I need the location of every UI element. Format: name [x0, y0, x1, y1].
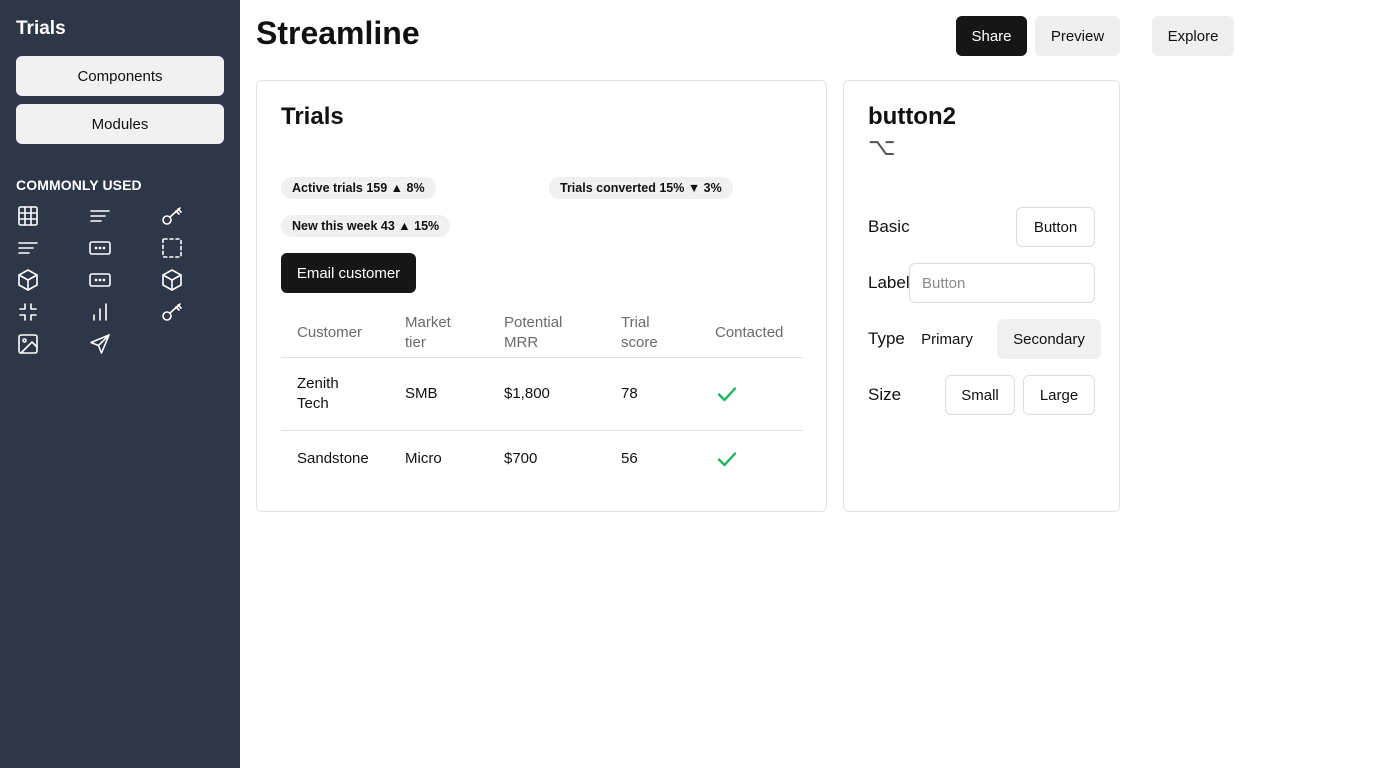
cell-market-tier: Micro [405, 450, 442, 467]
trials-card-title: Trials [281, 103, 344, 130]
cell-customer: Zenith Tech [297, 375, 339, 412]
cell-customer: Sandstone [297, 450, 369, 467]
type-primary-option[interactable]: Primary [909, 319, 985, 359]
label-input[interactable] [909, 263, 1095, 303]
component-name: button2 [868, 103, 956, 130]
preview-button[interactable]: Preview [1035, 16, 1120, 56]
cube-icon[interactable] [16, 268, 40, 292]
key-icon[interactable] [160, 300, 184, 324]
label-label: Label [868, 273, 910, 292]
cell-market-tier: SMB [405, 385, 438, 402]
cube-icon[interactable] [160, 268, 184, 292]
check-icon [717, 449, 737, 469]
selection-box-icon[interactable] [160, 236, 184, 260]
sidebar-title: Trials [16, 18, 66, 39]
cell-trial-score: 78 [621, 385, 638, 402]
table-icon[interactable] [16, 204, 40, 228]
inspector-card: button2 ⌥ Basic Button Label Type Primar… [843, 80, 1120, 512]
key-icon[interactable] [160, 204, 184, 228]
sidebar: Trials Components Modules COMMONLY USED [0, 0, 240, 768]
size-small-option[interactable]: Small [945, 375, 1015, 415]
input-field-icon[interactable] [88, 268, 112, 292]
cell-potential-mrr: $700 [504, 450, 538, 467]
send-icon[interactable] [88, 332, 112, 356]
size-label: Size [868, 385, 902, 404]
column-header-market-tier[interactable]: Market tier [405, 313, 451, 353]
cell-trial-score: 56 [621, 450, 638, 467]
text-align-left-icon[interactable] [16, 236, 40, 260]
minimize-icon[interactable] [16, 300, 40, 324]
text-align-left-icon[interactable] [88, 204, 112, 228]
page-title: Streamline [256, 15, 420, 51]
type-label: Type [868, 329, 905, 348]
input-field-icon[interactable] [88, 236, 112, 260]
stat-active-trials: Active trials 159 ▲ 8% [281, 177, 436, 199]
column-header-customer[interactable]: Customer [297, 323, 362, 343]
modules-button[interactable]: Modules [16, 104, 224, 144]
column-header-contacted[interactable]: Contacted [715, 323, 783, 343]
column-header-potential-mrr[interactable]: Potential MRR [504, 313, 562, 353]
type-secondary-option[interactable]: Secondary [997, 319, 1101, 359]
commonly-used-heading: COMMONLY USED [16, 177, 142, 193]
basic-preview-button[interactable]: Button [1016, 207, 1095, 247]
check-icon [717, 384, 737, 404]
option-key-icon: ⌥ [868, 134, 896, 161]
basic-label: Basic [868, 217, 910, 236]
size-large-option[interactable]: Large [1023, 375, 1095, 415]
trials-card: Trials Active trials 159 ▲ 8% Trials con… [256, 80, 827, 512]
image-icon[interactable] [16, 332, 40, 356]
email-customer-button[interactable]: Email customer [281, 253, 416, 293]
stat-trials-converted: Trials converted 15% ▼ 3% [549, 177, 733, 199]
share-button[interactable]: Share [956, 16, 1027, 56]
table-divider [281, 430, 803, 431]
stat-new-this-week: New this week 43 ▲ 15% [281, 215, 451, 237]
bar-chart-icon[interactable] [88, 300, 112, 324]
column-header-trial-score[interactable]: Trial score [621, 313, 658, 353]
cell-potential-mrr: $1,800 [504, 385, 550, 402]
explore-button[interactable]: Explore [1152, 16, 1234, 56]
table-divider [281, 357, 803, 358]
components-button[interactable]: Components [16, 56, 224, 96]
